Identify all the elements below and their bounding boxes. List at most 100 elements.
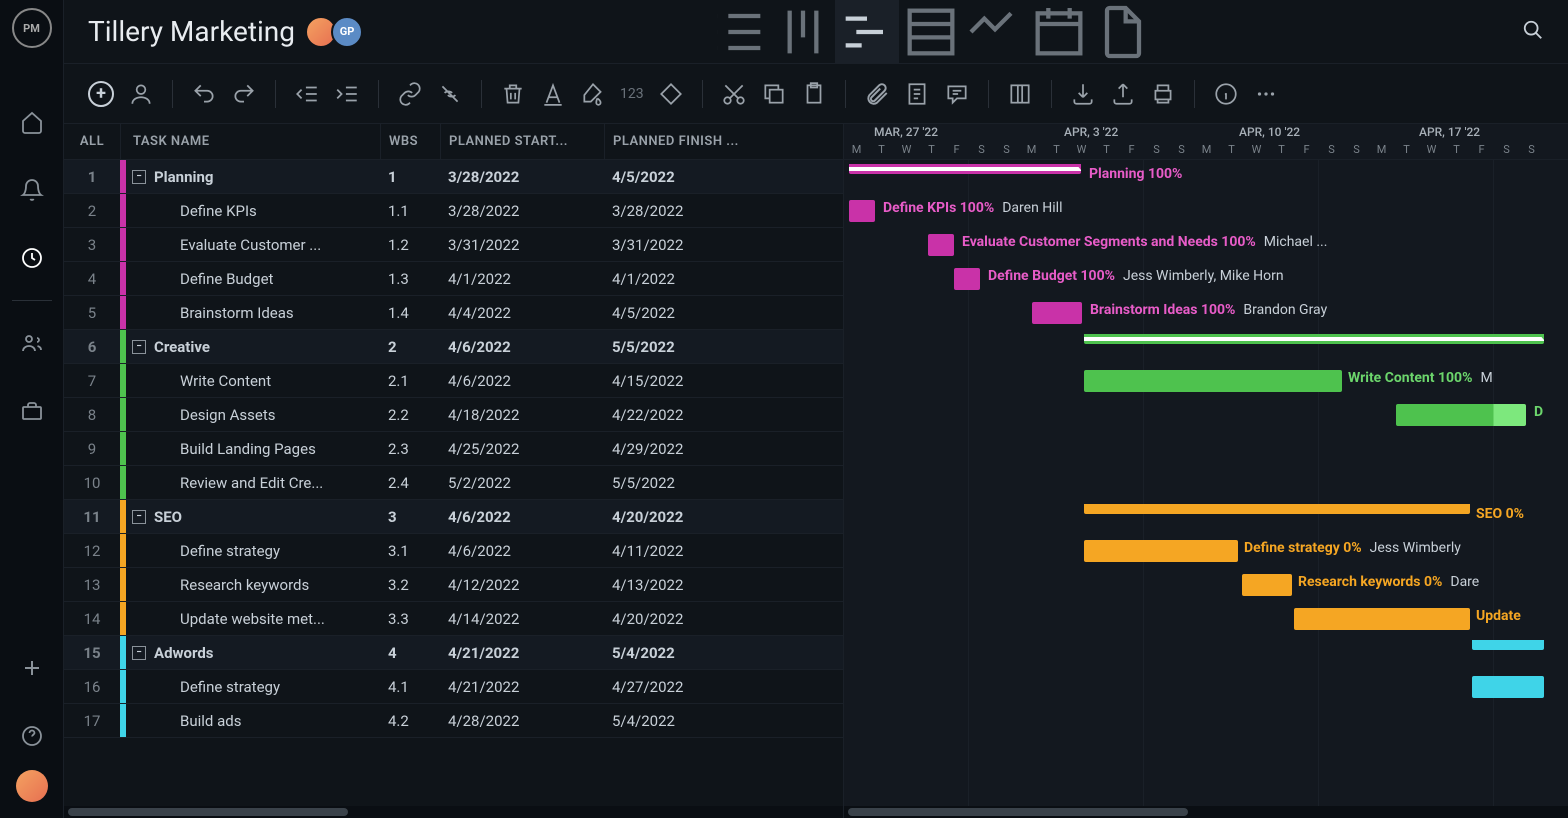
task-cell[interactable]: −Planning: [126, 160, 380, 193]
gantt-bar[interactable]: [1032, 302, 1082, 324]
people-icon[interactable]: [20, 331, 44, 355]
gantt-row[interactable]: Update: [844, 602, 1568, 636]
indent-icon[interactable]: [334, 81, 360, 107]
col-start[interactable]: PLANNED START...: [440, 124, 604, 159]
table-row[interactable]: 4Define Budget1.34/1/20224/1/2022: [64, 262, 843, 296]
task-cell[interactable]: Define Budget: [126, 262, 380, 295]
outdent-icon[interactable]: [294, 81, 320, 107]
table-row[interactable]: 2Define KPIs1.13/28/20223/28/2022: [64, 194, 843, 228]
avatar-initials[interactable]: GP: [331, 16, 363, 48]
gantt-row[interactable]: Define Budget 100%Jess Wimberly, Mike Ho…: [844, 262, 1568, 296]
gantt-row[interactable]: [844, 432, 1568, 466]
gantt-bar[interactable]: [1396, 404, 1526, 426]
collapse-icon[interactable]: −: [132, 170, 146, 184]
table-row[interactable]: 10Review and Edit Cre...2.45/2/20225/5/2…: [64, 466, 843, 500]
sheet-view-tab[interactable]: [899, 0, 963, 64]
gantt-hscroll[interactable]: [844, 806, 1568, 818]
add-icon[interactable]: [20, 656, 44, 680]
notes-icon[interactable]: [904, 81, 930, 107]
grid-hscroll[interactable]: [64, 806, 843, 818]
gantt-row[interactable]: Define strategy 0%Jess Wimberly: [844, 534, 1568, 568]
paste-icon[interactable]: [801, 81, 827, 107]
collapse-icon[interactable]: −: [132, 646, 146, 660]
gantt-row[interactable]: [844, 330, 1568, 364]
person-icon[interactable]: [128, 81, 154, 107]
table-row[interactable]: 15−Adwords44/21/20225/4/2022: [64, 636, 843, 670]
user-avatar[interactable]: [16, 770, 48, 802]
gantt-bar[interactable]: [1294, 608, 1470, 630]
gantt-row[interactable]: [844, 670, 1568, 704]
diamond-icon[interactable]: [658, 81, 684, 107]
add-task-button[interactable]: +: [88, 81, 114, 107]
redo-icon[interactable]: [231, 81, 257, 107]
member-avatars[interactable]: GP: [311, 16, 363, 48]
table-row[interactable]: 12Define strategy3.14/6/20224/11/2022: [64, 534, 843, 568]
gantt-row[interactable]: [844, 636, 1568, 670]
attach-icon[interactable]: [864, 81, 890, 107]
task-cell[interactable]: Define strategy: [126, 534, 380, 567]
gantt-bar[interactable]: [1472, 676, 1544, 698]
table-row[interactable]: 17Build ads4.24/28/20225/4/2022: [64, 704, 843, 738]
table-row[interactable]: 6−Creative24/6/20225/5/2022: [64, 330, 843, 364]
gantt-bar[interactable]: [1084, 504, 1470, 514]
info-icon[interactable]: [1213, 81, 1239, 107]
task-cell[interactable]: Review and Edit Cre...: [126, 466, 380, 499]
task-cell[interactable]: Evaluate Customer ...: [126, 228, 380, 261]
task-cell[interactable]: Define strategy: [126, 670, 380, 703]
gantt-bar[interactable]: [849, 200, 875, 222]
gantt-bar[interactable]: [1084, 540, 1238, 562]
gantt-bar[interactable]: [1084, 334, 1544, 344]
bell-icon[interactable]: [20, 178, 44, 202]
undo-icon[interactable]: [191, 81, 217, 107]
import-icon[interactable]: [1070, 81, 1096, 107]
link-icon[interactable]: [397, 81, 423, 107]
home-icon[interactable]: [20, 110, 44, 134]
calendar-view-tab[interactable]: [1027, 0, 1091, 64]
task-cell[interactable]: Research keywords: [126, 568, 380, 601]
col-finish[interactable]: PLANNED FINISH ...: [604, 124, 774, 159]
gantt-row[interactable]: SEO 0%: [844, 500, 1568, 534]
list-view-tab[interactable]: [707, 0, 771, 64]
cut-icon[interactable]: [721, 81, 747, 107]
gantt-row[interactable]: Write Content 100%M: [844, 364, 1568, 398]
gantt-row[interactable]: Research keywords 0%Dare: [844, 568, 1568, 602]
gantt-body[interactable]: Planning 100%Define KPIs 100%Daren HillE…: [844, 160, 1568, 806]
print-icon[interactable]: [1150, 81, 1176, 107]
gantt-bar[interactable]: [1242, 574, 1292, 596]
chart-view-tab[interactable]: [963, 0, 1027, 64]
help-icon[interactable]: [20, 724, 44, 748]
app-logo[interactable]: PM: [12, 8, 52, 48]
task-cell[interactable]: Define KPIs: [126, 194, 380, 227]
task-cell[interactable]: Brainstorm Ideas: [126, 296, 380, 329]
briefcase-icon[interactable]: [20, 399, 44, 423]
table-row[interactable]: 5Brainstorm Ideas1.44/4/20224/5/2022: [64, 296, 843, 330]
gantt-row[interactable]: [844, 466, 1568, 500]
export-icon[interactable]: [1110, 81, 1136, 107]
trash-icon[interactable]: [500, 81, 526, 107]
task-cell[interactable]: Build ads: [126, 704, 380, 737]
task-cell[interactable]: Build Landing Pages: [126, 432, 380, 465]
gantt-bar[interactable]: [954, 268, 980, 290]
task-cell[interactable]: −Creative: [126, 330, 380, 363]
table-row[interactable]: 13Research keywords3.24/12/20224/13/2022: [64, 568, 843, 602]
board-view-tab[interactable]: [771, 0, 835, 64]
gantt-view-tab[interactable]: [835, 0, 899, 64]
table-row[interactable]: 14Update website met...3.34/14/20224/20/…: [64, 602, 843, 636]
unlink-icon[interactable]: [437, 81, 463, 107]
task-cell[interactable]: −Adwords: [126, 636, 380, 669]
search-icon[interactable]: [1522, 19, 1544, 45]
gantt-row[interactable]: Evaluate Customer Segments and Needs 100…: [844, 228, 1568, 262]
table-row[interactable]: 9Build Landing Pages2.34/25/20224/29/202…: [64, 432, 843, 466]
collapse-icon[interactable]: −: [132, 340, 146, 354]
col-all[interactable]: ALL: [64, 124, 120, 159]
task-cell[interactable]: −SEO: [126, 500, 380, 533]
col-wbs[interactable]: WBS: [380, 124, 440, 159]
table-row[interactable]: 16Define strategy4.14/21/20224/27/2022: [64, 670, 843, 704]
task-cell[interactable]: Write Content: [126, 364, 380, 397]
table-row[interactable]: 8Design Assets2.24/18/20224/22/2022: [64, 398, 843, 432]
gantt-row[interactable]: D: [844, 398, 1568, 432]
table-row[interactable]: 7Write Content2.14/6/20224/15/2022: [64, 364, 843, 398]
file-view-tab[interactable]: [1091, 0, 1155, 64]
gantt-bar[interactable]: [1472, 640, 1544, 650]
gantt-bar[interactable]: [928, 234, 954, 256]
